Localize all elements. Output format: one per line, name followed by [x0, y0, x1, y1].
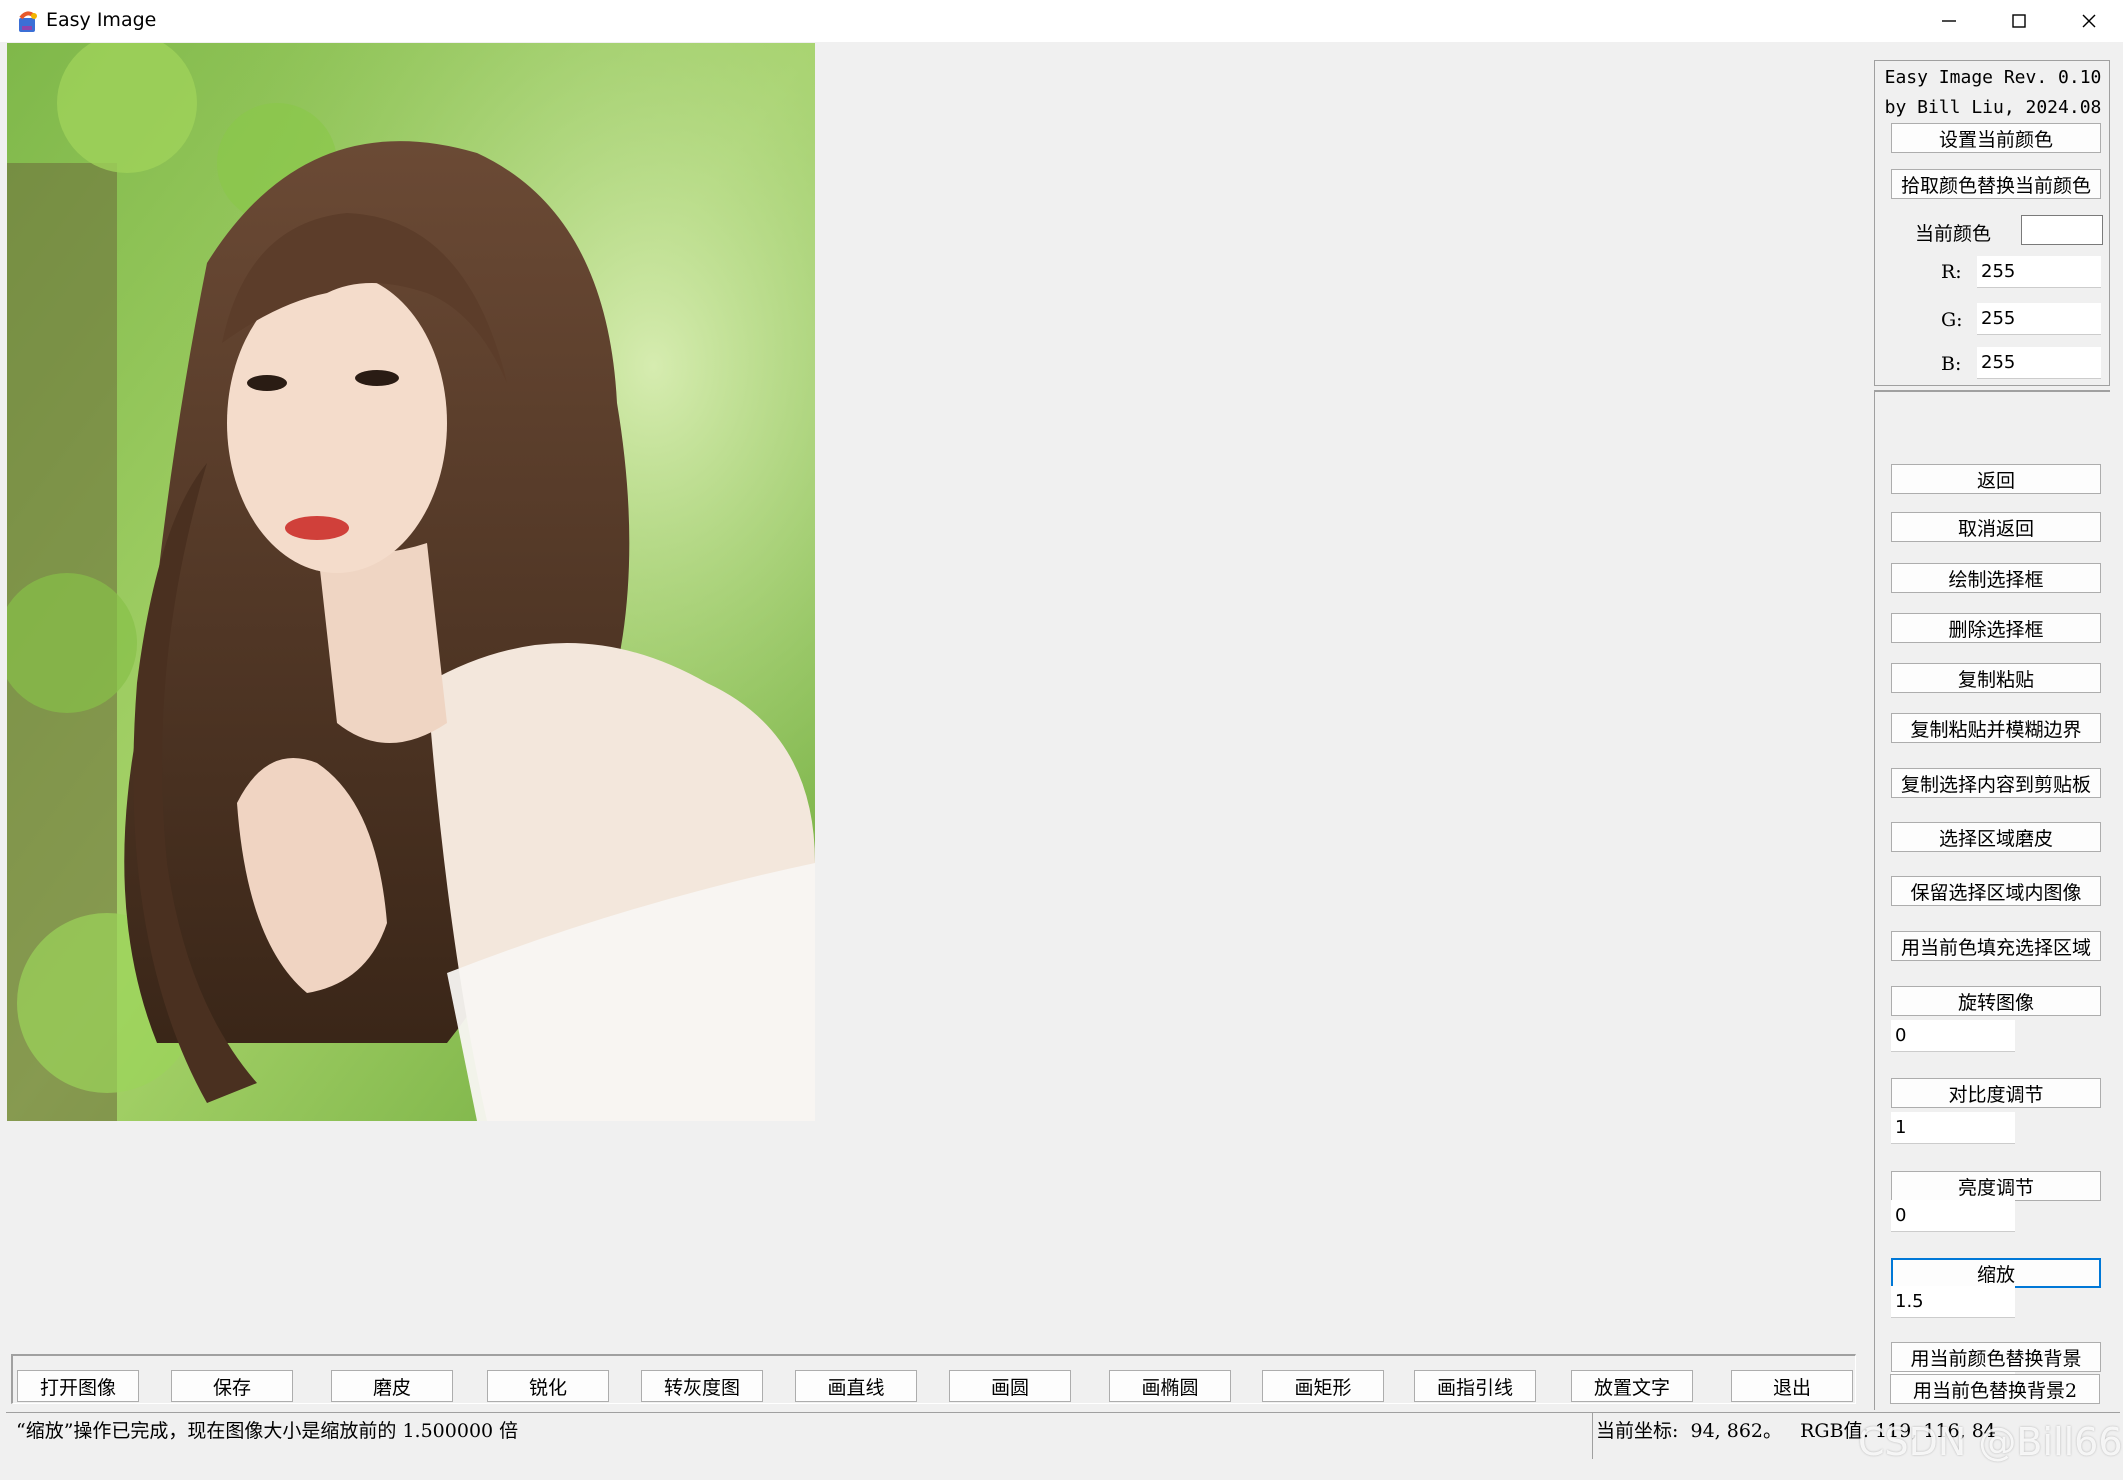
status-separator	[1592, 1413, 1593, 1459]
loaded-photo[interactable]	[7, 43, 815, 1121]
undo-button[interactable]: 返回	[1891, 464, 2101, 494]
pick-color-button[interactable]: 拾取颜色替换当前颜色	[1891, 169, 2101, 199]
copy-paste-button[interactable]: 复制粘贴	[1891, 663, 2101, 693]
draw-line-button[interactable]: 画直线	[795, 1370, 917, 1402]
portrait-image	[7, 43, 815, 1121]
replace-bg-button[interactable]: 用当前颜色替换背景	[1891, 1342, 2101, 1372]
edit-group: 返回 取消返回 绘制选择框 删除选择框 复制粘贴 复制粘贴并模糊边界 复制选择内…	[1874, 390, 2110, 1410]
maximize-button[interactable]	[1984, 0, 2054, 42]
version-line: Easy Image Rev. 0.10	[1884, 67, 2102, 88]
delete-selection-button[interactable]: 删除选择框	[1891, 613, 2101, 643]
replace-bg2-button[interactable]: 用当前色替换背景2	[1890, 1374, 2100, 1404]
contrast-input[interactable]	[1891, 1112, 2015, 1144]
minimize-button[interactable]	[1914, 0, 1984, 42]
r-input[interactable]	[1977, 256, 2101, 288]
copy-paste-blur-button[interactable]: 复制粘贴并模糊边界	[1891, 713, 2101, 743]
sharpen-button[interactable]: 锐化	[487, 1370, 609, 1402]
redo-button[interactable]: 取消返回	[1891, 512, 2101, 542]
title-bar: Easy Image	[0, 0, 2123, 42]
rotate-input[interactable]	[1891, 1020, 2015, 1052]
set-color-button[interactable]: 设置当前颜色	[1891, 123, 2101, 153]
author-line: by Bill Liu, 2024.08	[1884, 97, 2102, 118]
brightness-input[interactable]	[1891, 1200, 2015, 1232]
minimize-icon	[1942, 20, 1956, 22]
current-color-label: 当前颜色	[1915, 223, 1992, 245]
save-button[interactable]: 保存	[171, 1370, 293, 1402]
current-color-swatch	[2021, 215, 2103, 245]
status-message: “缩放”操作已完成，现在图像大小是缩放前的 1.500000 倍	[16, 1420, 519, 1442]
fill-selection-button[interactable]: 用当前色填充选择区域	[1891, 931, 2101, 961]
zoom-button[interactable]: 缩放	[1891, 1258, 2101, 1288]
b-label: B:	[1941, 353, 1962, 375]
color-group: Easy Image Rev. 0.10 by Bill Liu, 2024.0…	[1874, 60, 2110, 386]
draw-rect-button[interactable]: 画矩形	[1262, 1370, 1384, 1402]
draw-leader-button[interactable]: 画指引线	[1414, 1370, 1536, 1402]
g-label: G:	[1941, 309, 1963, 331]
r-label: R:	[1941, 261, 1962, 283]
smooth-skin-button[interactable]: 磨皮	[331, 1370, 453, 1402]
keep-selection-button[interactable]: 保留选择区域内图像	[1891, 876, 2101, 906]
place-text-button[interactable]: 放置文字	[1571, 1370, 1693, 1402]
open-image-button[interactable]: 打开图像	[17, 1370, 139, 1402]
close-button[interactable]	[2054, 0, 2123, 42]
brightness-button[interactable]: 亮度调节	[1891, 1171, 2101, 1201]
right-panel: Easy Image Rev. 0.10 by Bill Liu, 2024.0…	[1874, 60, 2110, 1412]
window-title: Easy Image	[46, 9, 157, 31]
draw-ellipse-button[interactable]: 画椭圆	[1109, 1370, 1231, 1402]
contrast-button[interactable]: 对比度调节	[1891, 1078, 2101, 1108]
b-input[interactable]	[1977, 347, 2101, 379]
close-icon	[2082, 14, 2096, 28]
exit-button[interactable]: 退出	[1731, 1370, 1853, 1402]
watermark: CSDN @Bill66	[1858, 1420, 2123, 1464]
copy-to-clipboard-button[interactable]: 复制选择内容到剪贴板	[1891, 768, 2101, 798]
maximize-icon	[2012, 14, 2026, 28]
g-input[interactable]	[1977, 303, 2101, 335]
grayscale-button[interactable]: 转灰度图	[641, 1370, 763, 1402]
bottom-toolbar: 打开图像 保存 磨皮 锐化 转灰度图 画直线 画圆 画椭圆 画矩形 画指引线 放…	[11, 1354, 1856, 1404]
draw-selection-button[interactable]: 绘制选择框	[1891, 563, 2101, 593]
image-canvas[interactable]	[6, 42, 1857, 1349]
app-icon	[19, 11, 37, 32]
zoom-input[interactable]	[1891, 1286, 2015, 1318]
rotate-button[interactable]: 旋转图像	[1891, 986, 2101, 1016]
status-bar: “缩放”操作已完成，现在图像大小是缩放前的 1.500000 倍 当前坐标: 9…	[6, 1412, 2120, 1463]
smooth-selection-button[interactable]: 选择区域磨皮	[1891, 822, 2101, 852]
draw-circle-button[interactable]: 画圆	[949, 1370, 1071, 1402]
